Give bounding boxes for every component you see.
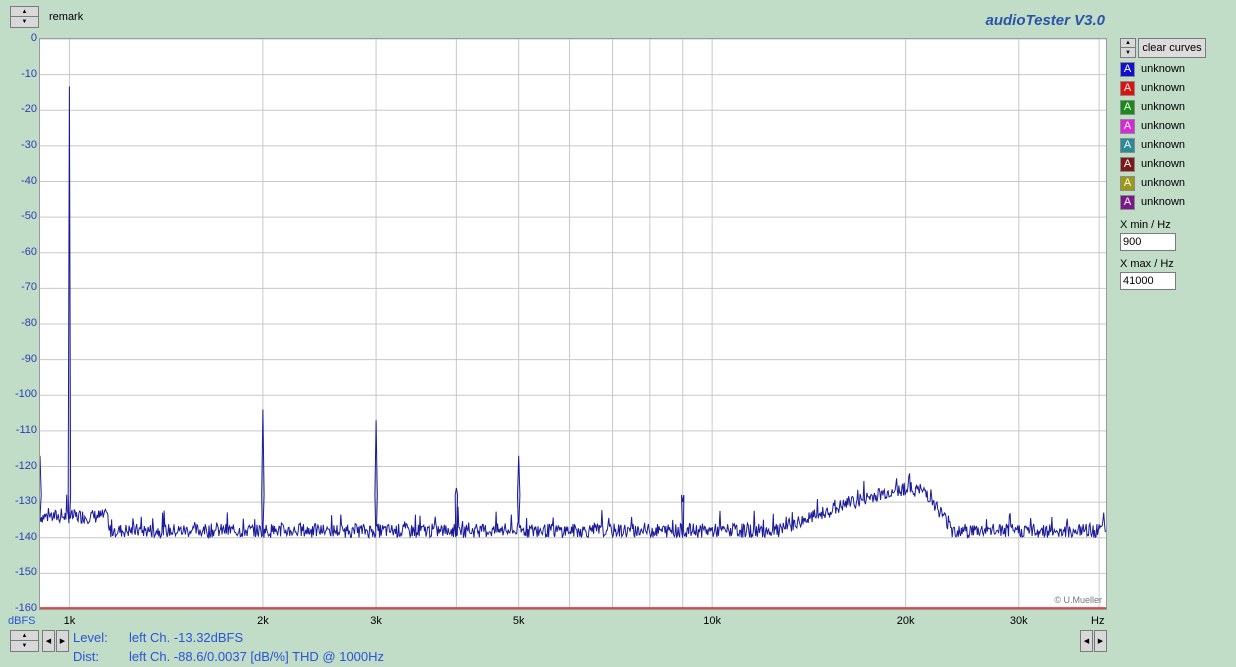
curve-color-swatch[interactable]: A	[1120, 118, 1135, 134]
copyright-label: © U.Mueller	[1054, 595, 1102, 605]
xmin-label: X min / Hz	[1120, 219, 1171, 231]
spectrum-series-line	[40, 86, 1106, 540]
x-tick-label: 1k	[63, 615, 76, 627]
curve-color-swatch[interactable]: A	[1120, 175, 1135, 191]
y-tick-label: -90	[21, 352, 37, 365]
y-tick-label: -50	[21, 210, 37, 223]
y-tick-label: -60	[21, 245, 37, 258]
remark-label: remark	[49, 11, 84, 23]
xmax-input[interactable]: 41000	[1120, 272, 1176, 290]
curve-color-swatch[interactable]: A	[1120, 137, 1135, 153]
y-tick-label: -160	[14, 602, 37, 614]
y-tick-label: -10	[21, 67, 37, 80]
spectrum-chart	[40, 39, 1106, 609]
curve-name: unknown	[1141, 177, 1186, 189]
y-axis-unit-label: dBFS	[8, 615, 36, 627]
y-tick-label: -150	[14, 566, 37, 579]
level-label: Level:	[73, 630, 108, 645]
scroll-left-button[interactable]: ◀	[42, 630, 55, 652]
curve-name: unknown	[1141, 82, 1186, 94]
y-tick-label: -130	[14, 495, 37, 508]
curve-item[interactable]: Aunknown	[1120, 194, 1185, 210]
curve-color-swatch[interactable]: A	[1120, 80, 1135, 96]
remark-spinner[interactable]: ▲ ▼	[10, 6, 39, 28]
y-tick-label: -110	[15, 423, 37, 436]
curve-color-swatch[interactable]: A	[1120, 99, 1135, 115]
app-title: audioTester V3.0	[985, 12, 1106, 29]
curve-name: unknown	[1141, 101, 1186, 113]
triangle-left-icon: ◀	[1083, 638, 1090, 645]
y-scale-spinner[interactable]: ▲ ▼	[10, 630, 39, 652]
y-tick-label: -100	[14, 388, 37, 401]
xmax-label: X max / Hz	[1120, 258, 1174, 270]
y-tick-label: -20	[21, 103, 37, 116]
x-tick-label: 10k	[703, 615, 722, 627]
scroll-right-button[interactable]: ▶	[56, 630, 69, 652]
curve-name: unknown	[1141, 139, 1186, 151]
dist-label: Dist:	[73, 649, 99, 664]
level-value: left Ch. -13.32dBFS	[129, 630, 244, 645]
dist-value: left Ch. -88.6/0.0037 [dB/%] THD @ 1000H…	[129, 649, 385, 664]
x-tick-label: 2k	[257, 615, 269, 627]
y-tick-label: -70	[21, 281, 37, 294]
triangle-right-icon: ▶	[1097, 638, 1104, 645]
curve-name: unknown	[1141, 158, 1186, 170]
curve-item[interactable]: Aunknown	[1120, 99, 1185, 115]
curve-name: unknown	[1141, 196, 1186, 208]
curve-item[interactable]: Aunknown	[1120, 118, 1185, 134]
curve-item[interactable]: Aunknown	[1120, 80, 1185, 96]
spin-down-icon[interactable]: ▼	[11, 641, 38, 651]
x-tick-label: 30k	[1009, 615, 1028, 627]
curve-name: unknown	[1141, 63, 1186, 75]
curve-item[interactable]: Aunknown	[1120, 156, 1185, 172]
curve-color-swatch[interactable]: A	[1120, 156, 1135, 172]
spin-up-icon[interactable]: ▲	[11, 631, 38, 641]
curve-color-swatch[interactable]: A	[1120, 61, 1135, 77]
y-tick-label: -40	[21, 174, 37, 187]
curve-item[interactable]: Aunknown	[1120, 137, 1185, 153]
spin-down-icon[interactable]: ▼	[1121, 48, 1135, 57]
clear-curves-button[interactable]: clear curves	[1138, 38, 1206, 58]
spin-down-icon[interactable]: ▼	[11, 17, 38, 27]
x-axis-unit-label: Hz	[1091, 615, 1105, 627]
y-tick-label: -140	[14, 530, 37, 543]
x-scroll-left-button[interactable]: ◀	[1080, 630, 1093, 652]
spin-up-icon[interactable]: ▲	[1121, 39, 1135, 48]
x-tick-label: 3k	[370, 615, 382, 627]
curve-name: unknown	[1141, 120, 1186, 132]
curves-spinner[interactable]: ▲ ▼	[1120, 38, 1136, 58]
y-tick-label: -30	[21, 138, 37, 151]
y-tick-label: 0	[30, 32, 37, 44]
curve-item[interactable]: Aunknown	[1120, 175, 1185, 191]
triangle-right-icon: ▶	[59, 638, 66, 645]
triangle-left-icon: ◀	[45, 638, 52, 645]
y-tick-label: -120	[14, 459, 37, 472]
x-scroll-right-button[interactable]: ▶	[1094, 630, 1107, 652]
y-tick-label: -80	[21, 317, 37, 329]
xmin-input[interactable]: 900	[1120, 233, 1176, 251]
spectrum-plot[interactable]: © U.Mueller	[39, 38, 1107, 610]
x-tick-label: 20k	[896, 615, 915, 627]
x-tick-label: 5k	[512, 615, 525, 627]
curve-color-swatch[interactable]: A	[1120, 194, 1135, 210]
spin-up-icon[interactable]: ▲	[11, 7, 38, 17]
curve-item[interactable]: Aunknown	[1120, 61, 1185, 77]
